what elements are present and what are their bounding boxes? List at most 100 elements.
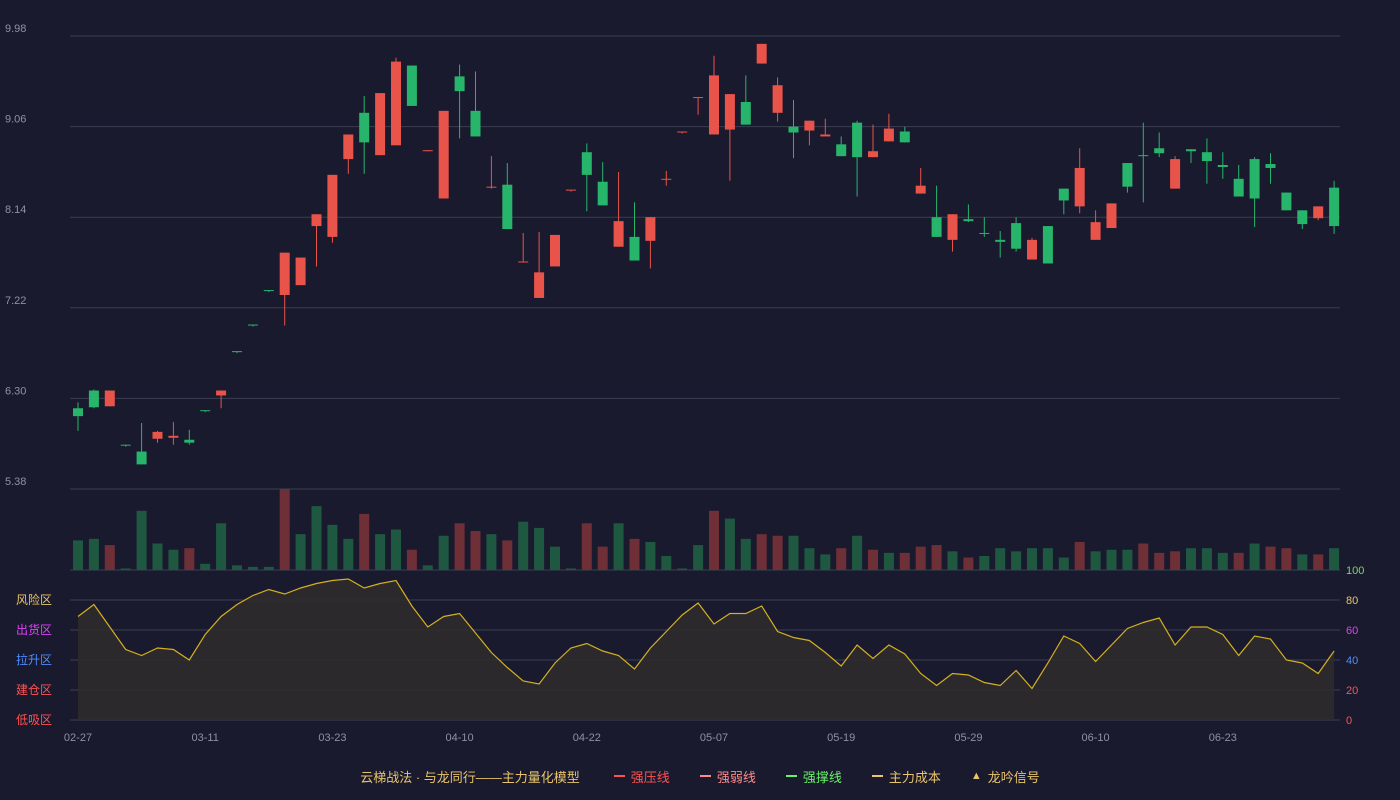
candle-body [1265, 164, 1276, 168]
volume-bar [1297, 554, 1308, 570]
candle-body [915, 185, 926, 194]
volume-bar [947, 551, 958, 570]
candle-body [73, 408, 83, 417]
volume-bar [804, 548, 815, 570]
candle-body [502, 184, 513, 230]
candle-body [422, 150, 433, 152]
volume-bar [1233, 552, 1244, 570]
candle-body [740, 101, 751, 125]
volume-bar [438, 535, 449, 570]
x-tick-label: 03-11 [192, 732, 219, 744]
legend-item-main-cost[interactable]: 主力成本 [871, 767, 941, 786]
candle-body [136, 451, 147, 465]
candle-body [438, 110, 449, 199]
legend-item-strength-line[interactable]: 强弱线 [699, 767, 756, 786]
candle-body [963, 219, 974, 222]
volume-bar [247, 566, 258, 570]
volume-bar [1329, 548, 1340, 570]
candle-body [1154, 148, 1165, 154]
zone-label: 建仓区 [16, 683, 52, 697]
volume-bar [391, 529, 401, 570]
candle-body [263, 290, 274, 292]
candle-body [216, 390, 227, 396]
volume-bar [740, 538, 751, 570]
volume-bar [995, 548, 1006, 570]
volume-bar [852, 535, 863, 570]
legend-item-strong-support[interactable]: 强撑线 [785, 767, 842, 786]
zone-label: 低吸区 [16, 713, 52, 727]
volume-bar [343, 538, 354, 570]
x-tick-label: 05-07 [700, 732, 728, 744]
candle-body [120, 444, 131, 446]
osc-tick-label: 100 [1346, 565, 1364, 577]
volume-bar [311, 506, 322, 570]
candle-body [1011, 223, 1022, 249]
candle-body [152, 431, 163, 439]
legend-label-strong-support: 强撑线 [802, 769, 842, 785]
candle-body [1138, 155, 1149, 157]
volume-bar [1170, 551, 1181, 570]
volume-bar [216, 523, 227, 570]
candle-body [1074, 167, 1085, 207]
volume-bar [454, 523, 465, 570]
candle-body [1170, 159, 1181, 189]
candle-body [947, 214, 958, 240]
volume-bar [184, 548, 195, 570]
volume-bar [534, 527, 545, 570]
candle-body [724, 94, 735, 130]
volume-bar [709, 510, 719, 570]
triangle-icon: ▲ [970, 770, 982, 782]
x-tick-label: 06-10 [1082, 732, 1110, 744]
zone-label: 风险区 [16, 592, 52, 607]
volume-bar [565, 568, 576, 570]
volume-bar [1313, 554, 1324, 570]
candle-body [677, 131, 688, 133]
candle-body [1042, 226, 1053, 264]
volume-bar [550, 546, 560, 570]
candle-body [343, 134, 354, 160]
osc-tick-label: 40 [1346, 655, 1358, 667]
legend-item-dragon-signal[interactable]: ▲ 龙吟信号 [971, 767, 1040, 786]
volume-bar [168, 549, 179, 570]
candle-body [104, 390, 115, 407]
volume-bar [470, 531, 481, 570]
volume-bar [963, 557, 974, 570]
volume-bar [915, 546, 926, 570]
legend-label-main-cost: 主力成本 [888, 769, 941, 785]
volume-bar [931, 545, 942, 570]
volume-bar [1154, 552, 1165, 570]
volume-bar [836, 548, 847, 570]
candle-body [868, 151, 878, 158]
volume-bar [1122, 549, 1133, 570]
candle-body [1186, 149, 1196, 152]
candle-body [1313, 206, 1324, 219]
candle-body [375, 93, 386, 156]
osc-tick-label: 0 [1346, 715, 1352, 727]
candle-body [709, 75, 719, 135]
candle-body [311, 214, 322, 227]
volume-bar [152, 543, 163, 570]
volume-bar [581, 523, 592, 570]
candle-body [232, 351, 242, 353]
price-tick-label: 9.98 [5, 23, 26, 35]
volume-bar [677, 568, 688, 570]
candle-body [661, 178, 672, 180]
legend-item-strong-pressure[interactable]: 强压线 [613, 767, 670, 786]
volume-bar [120, 568, 131, 570]
volume-bar [788, 535, 799, 570]
osc-tick-label: 80 [1346, 595, 1358, 607]
volume-bar [1011, 551, 1022, 570]
volume-bar [1265, 546, 1276, 570]
volume-bar [629, 538, 640, 570]
volume-bar [422, 565, 433, 570]
candle-body [470, 110, 481, 137]
volume-bar [359, 513, 370, 570]
price-tick-label: 9.06 [5, 114, 26, 126]
x-tick-label: 05-19 [827, 732, 855, 744]
chart-stage: 9.98 9.06 8.14 7.22 6.30 5.38 100 80 60 40 20 0 风险区出… [0, 0, 1400, 800]
volume-bar [899, 552, 910, 570]
osc-tick-label: 60 [1346, 625, 1358, 637]
candle-body [979, 232, 990, 234]
price-tick-label: 6.30 [5, 385, 26, 397]
volume-bar [613, 523, 624, 570]
